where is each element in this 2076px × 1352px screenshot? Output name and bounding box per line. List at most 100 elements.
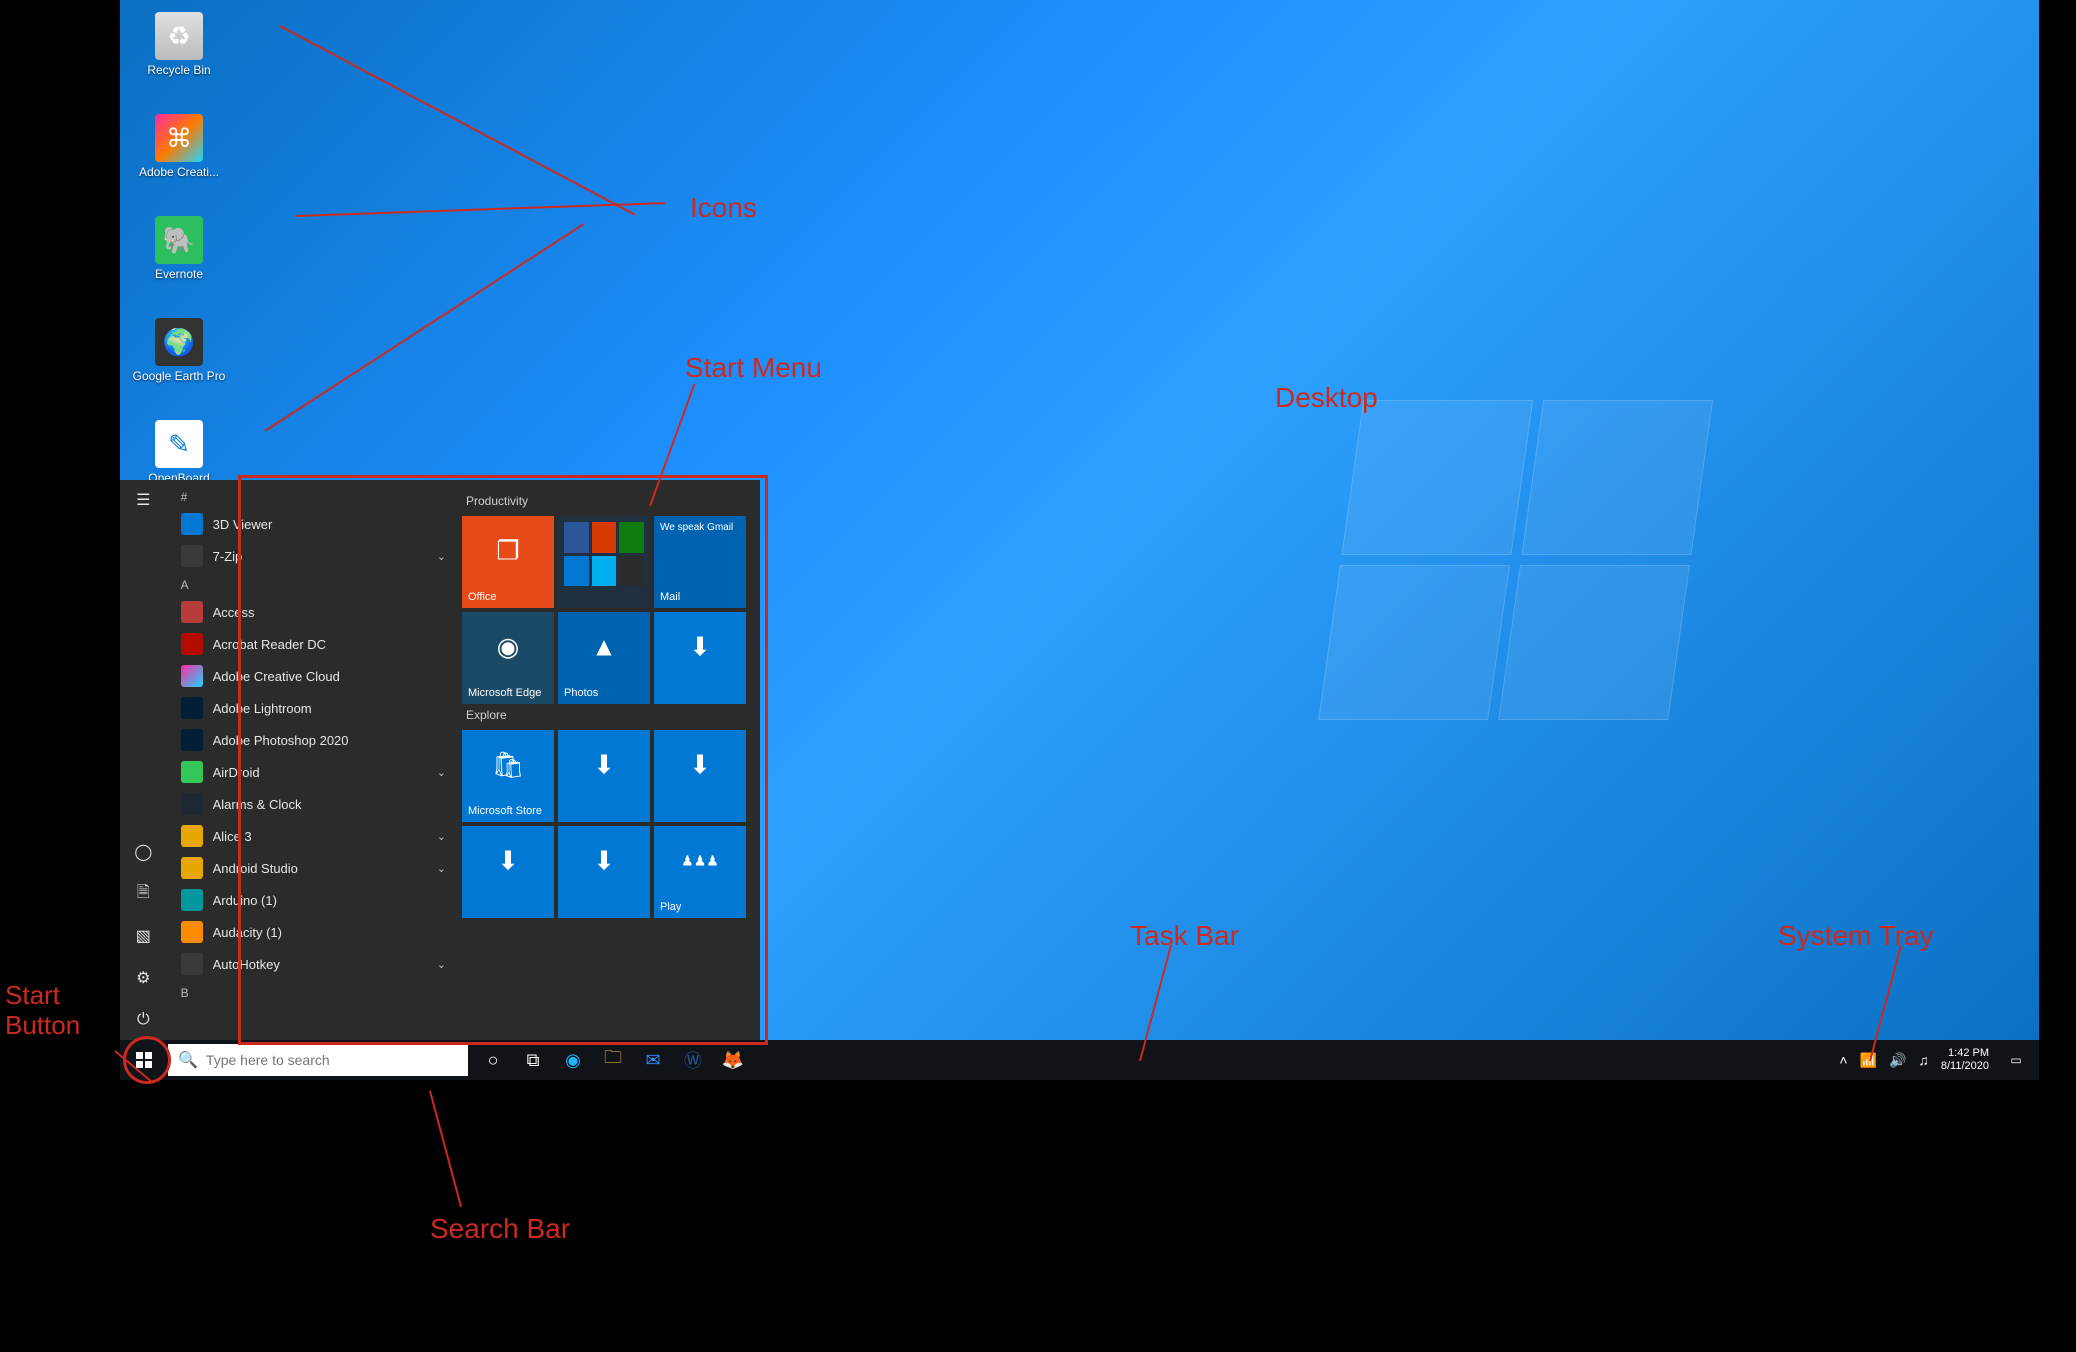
- app-label: Adobe Creative Cloud: [213, 669, 340, 684]
- tray-network-icon[interactable]: 📶: [1860, 1052, 1877, 1069]
- chevron-down-icon: ⌄: [437, 830, 446, 843]
- start-button[interactable]: [120, 1040, 168, 1080]
- play-icon: ♟♟♟: [681, 852, 719, 869]
- app-icon: [181, 793, 203, 815]
- start-menu-app-row[interactable]: Alice 3⌄: [167, 820, 458, 852]
- tile-office[interactable]: ❐ Office: [462, 516, 554, 608]
- tray-language-icon[interactable]: ♫: [1918, 1052, 1929, 1068]
- chevron-down-icon: ⌄: [437, 958, 446, 971]
- taskbar-pinned-row: ○ ⧉ ◉ 🗀 ✉ Ⓦ 🦊: [476, 1040, 750, 1080]
- search-input[interactable]: [206, 1052, 458, 1068]
- tile-mail[interactable]: We speak Gmail Mail: [654, 516, 746, 608]
- chevron-down-icon: ⌄: [437, 862, 446, 875]
- start-menu-app-row[interactable]: Adobe Lightroom: [167, 692, 458, 724]
- desktop-icon[interactable]: 🌍Google Earth Pro: [132, 318, 226, 412]
- app-icon: [181, 601, 203, 623]
- windows-wallpaper-logo: [1317, 400, 1723, 730]
- start-menu-app-row[interactable]: 7-Zip⌄: [167, 540, 458, 572]
- task-view-icon[interactable]: ⧉: [516, 1040, 550, 1080]
- firefox-taskbar-icon[interactable]: 🦊: [716, 1040, 750, 1080]
- start-menu-app-row[interactable]: Arduino (1): [167, 884, 458, 916]
- tile-download-2[interactable]: ⬇: [558, 730, 650, 822]
- photos-icon: ▲: [591, 631, 617, 662]
- start-menu-app-row[interactable]: Adobe Creative Cloud: [167, 660, 458, 692]
- tray-clock[interactable]: 1:42 PM 8/11/2020: [1941, 1047, 1989, 1073]
- office-icon: ❐: [496, 535, 519, 566]
- documents-icon[interactable]: 🗎: [131, 882, 155, 906]
- start-menu-app-row[interactable]: Audacity (1): [167, 916, 458, 948]
- tray-volume-icon[interactable]: 🔊: [1889, 1052, 1906, 1069]
- apps-group-header[interactable]: A: [167, 572, 458, 596]
- app-label: Adobe Photoshop 2020: [213, 733, 349, 748]
- tile-play[interactable]: ♟♟♟ Play: [654, 826, 746, 918]
- start-menu-app-row[interactable]: Access: [167, 596, 458, 628]
- start-menu: ☰ ◯ 🗎 ▧ ⚙ ⏻ # 3D Viewer7-Zip⌄AAccessAcro…: [120, 480, 760, 1040]
- user-icon[interactable]: ◯: [131, 840, 155, 864]
- desktop-screen: ♻ Recycle Bin ⌘Adobe Creati...🐘Evernote🌍Go…: [120, 0, 2039, 1080]
- start-menu-apps-list: # 3D Viewer7-Zip⌄AAccessAcrobat Reader D…: [167, 480, 458, 1040]
- desktop-icon[interactable]: ⌘Adobe Creati...: [132, 114, 226, 208]
- tile-download-4[interactable]: ⬇: [462, 826, 554, 918]
- taskbar-searchbox[interactable]: 🔍: [168, 1044, 468, 1076]
- tile-download-1[interactable]: ⬇: [654, 612, 746, 704]
- app-icon: [181, 857, 203, 879]
- chevron-down-icon: ⌄: [437, 766, 446, 779]
- app-icon: [181, 665, 203, 687]
- app-icon: [181, 697, 203, 719]
- start-menu-app-row[interactable]: Android Studio⌄: [167, 852, 458, 884]
- annotation-startbutton-label: Start Button: [5, 980, 80, 1040]
- app-label: 7-Zip: [213, 549, 243, 564]
- app-label: Acrobat Reader DC: [213, 637, 326, 652]
- apps-group-header[interactable]: #: [167, 484, 458, 508]
- edge-taskbar-icon[interactable]: ◉: [556, 1040, 590, 1080]
- tile-store[interactable]: 🛍 Microsoft Store: [462, 730, 554, 822]
- search-icon: 🔍: [178, 1050, 198, 1070]
- app-label: AutoHotkey: [213, 957, 280, 972]
- file-explorer-icon[interactable]: 🗀: [596, 1040, 630, 1080]
- cc-icon: ⌘: [155, 114, 203, 162]
- action-center-icon[interactable]: ▭: [2001, 1053, 2031, 1067]
- settings-icon[interactable]: ⚙: [131, 966, 155, 990]
- taskbar: 🔍 ○ ⧉ ◉ 🗀 ✉ Ⓦ 🦊 ˄ 📶 🔊 ♫ 1:42 PM 8/11/202…: [120, 1040, 2039, 1080]
- desktop-icon[interactable]: 🐘Evernote: [132, 216, 226, 310]
- start-menu-app-row[interactable]: AirDroid⌄: [167, 756, 458, 788]
- openboard-icon: ✎: [155, 420, 203, 468]
- recycle-icon: ♻: [155, 12, 203, 60]
- app-label: 3D Viewer: [213, 517, 273, 532]
- store-icon: 🛍: [491, 749, 524, 780]
- desktop-icons-column: ♻ Recycle Bin ⌘Adobe Creati...🐘Evernote🌍Go…: [132, 6, 242, 522]
- desktop-icon-label: Recycle Bin: [132, 64, 226, 77]
- apps-group-header[interactable]: B: [167, 980, 458, 1004]
- app-icon: [181, 761, 203, 783]
- tray-chevron-up-icon[interactable]: ˄: [1839, 1052, 1847, 1068]
- app-label: Arduino (1): [213, 893, 277, 908]
- tiles-section-productivity: Productivity: [466, 494, 746, 508]
- start-menu-app-row[interactable]: Adobe Photoshop 2020: [167, 724, 458, 756]
- app-icon: [181, 953, 203, 975]
- app-icon: [181, 889, 203, 911]
- annotation-line: [429, 1091, 462, 1207]
- earth-icon: 🌍: [155, 318, 203, 366]
- start-menu-app-row[interactable]: 3D Viewer: [167, 508, 458, 540]
- cortana-icon[interactable]: ○: [476, 1040, 510, 1080]
- pictures-icon[interactable]: ▧: [131, 924, 155, 948]
- desktop-icon[interactable]: ♻ Recycle Bin: [132, 12, 226, 106]
- mail-taskbar-icon[interactable]: ✉: [636, 1040, 670, 1080]
- tile-multi-apps[interactable]: [558, 516, 650, 608]
- app-label: Audacity (1): [213, 925, 282, 940]
- tile-download-3[interactable]: ⬇: [654, 730, 746, 822]
- start-menu-app-row[interactable]: AutoHotkey ⌄: [167, 948, 458, 980]
- start-menu-rail: ☰ ◯ 🗎 ▧ ⚙ ⏻: [120, 480, 167, 1040]
- edge-icon: ◉: [497, 631, 520, 662]
- windows-icon: [136, 1052, 152, 1068]
- start-menu-app-row[interactable]: Alarms & Clock: [167, 788, 458, 820]
- system-tray: ˄ 📶 🔊 ♫ 1:42 PM 8/11/2020 ▭: [1839, 1047, 2039, 1073]
- tile-photos[interactable]: ▲ Photos: [558, 612, 650, 704]
- start-menu-app-row[interactable]: Acrobat Reader DC: [167, 628, 458, 660]
- power-icon[interactable]: ⏻: [131, 1008, 155, 1032]
- app-icon: [181, 545, 203, 567]
- tile-edge[interactable]: ◉ Microsoft Edge: [462, 612, 554, 704]
- word-taskbar-icon[interactable]: Ⓦ: [676, 1040, 710, 1080]
- tile-download-5[interactable]: ⬇: [558, 826, 650, 918]
- hamburger-icon[interactable]: ☰: [131, 488, 155, 512]
